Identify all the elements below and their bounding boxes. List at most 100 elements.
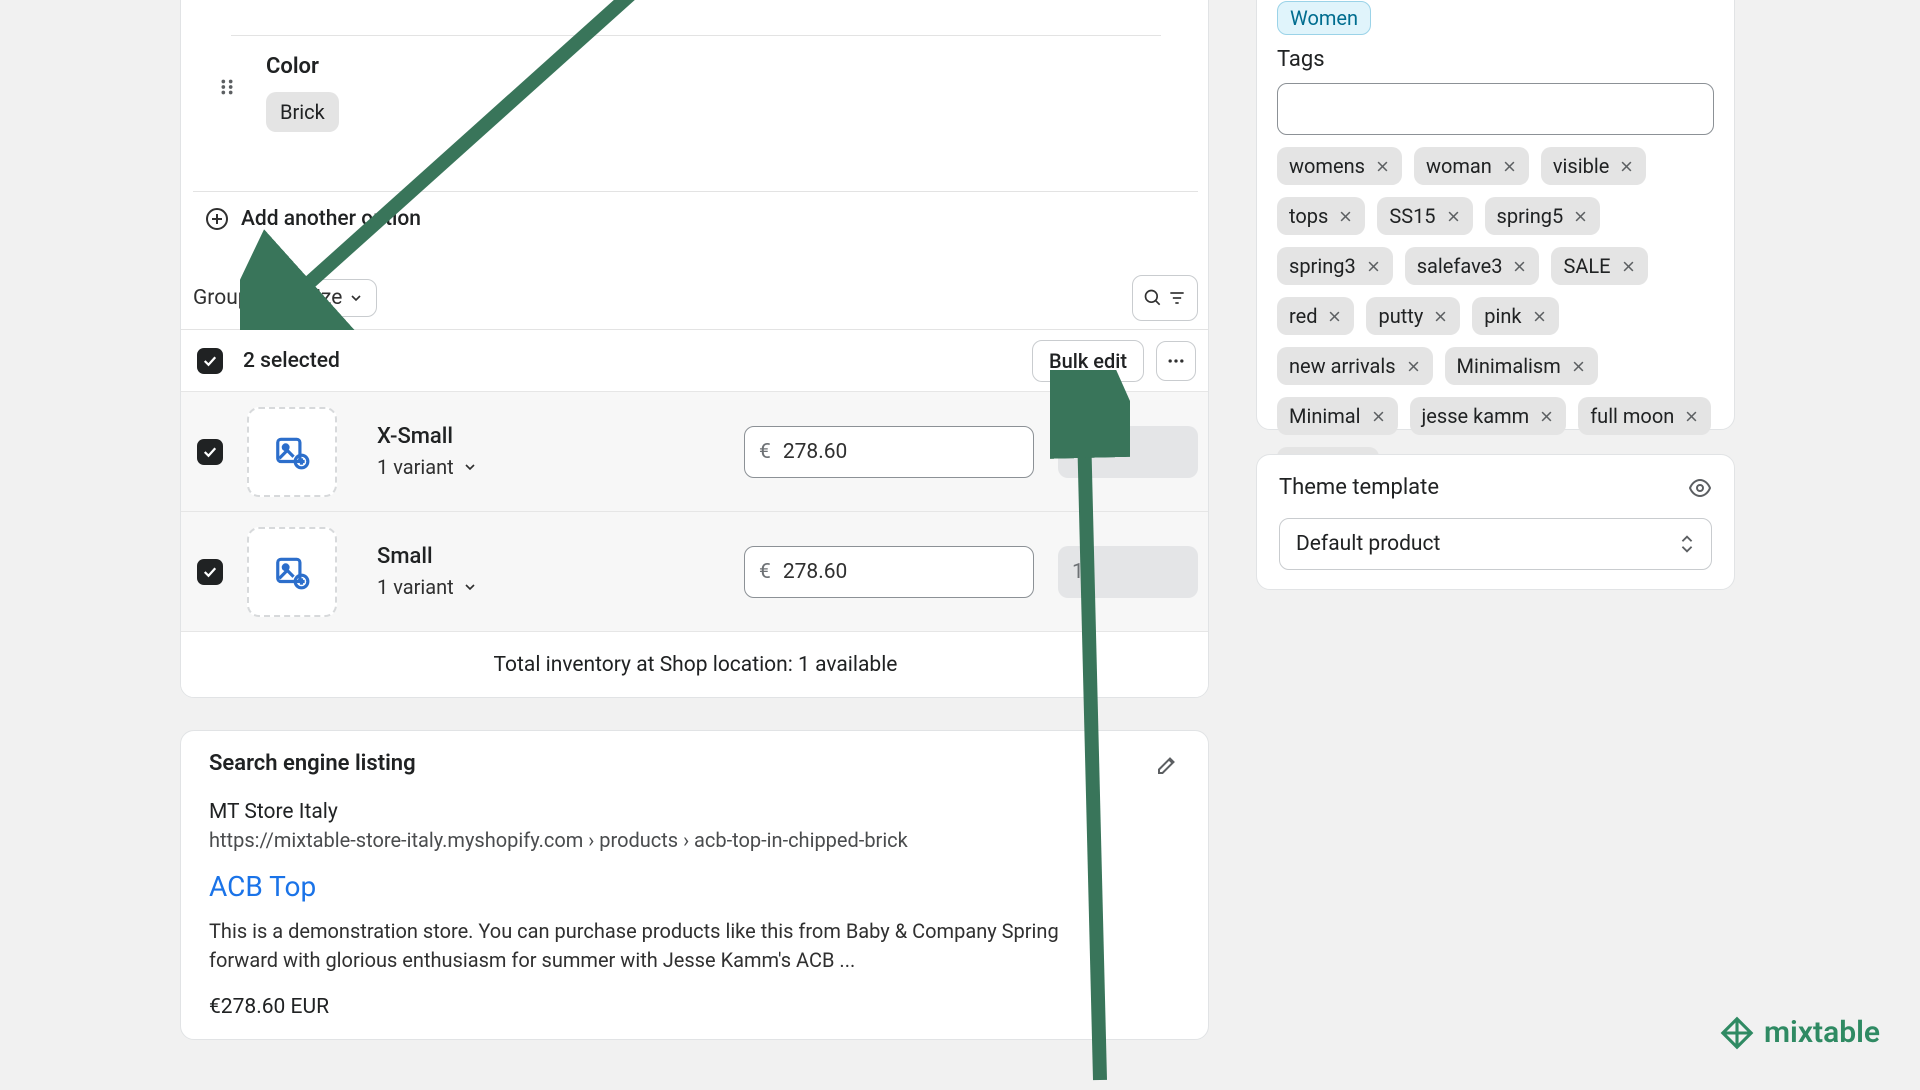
option-value-chip[interactable]: Brick bbox=[266, 92, 339, 132]
variant-price-input[interactable]: € 278.60 bbox=[744, 546, 1034, 598]
tag-chip[interactable]: spring5 bbox=[1485, 197, 1601, 235]
close-icon[interactable] bbox=[1371, 409, 1386, 424]
tag-chip[interactable]: spring3 bbox=[1277, 247, 1393, 285]
tag-chip[interactable]: pink bbox=[1472, 297, 1558, 335]
seo-url: https://mixtable-store-italy.myshopify.c… bbox=[209, 828, 1180, 852]
add-option-label: Add another option bbox=[241, 207, 421, 231]
theme-template-value: Default product bbox=[1296, 532, 1440, 556]
variant-image-placeholder[interactable] bbox=[247, 527, 337, 617]
variant-qty-input[interactable] bbox=[1058, 426, 1198, 478]
close-icon[interactable] bbox=[1621, 259, 1636, 274]
tag-list: womens woman visible tops SS15 spring5 spring3… bbox=[1277, 147, 1718, 485]
selection-header: 2 selected Bulk edit bbox=[181, 329, 1209, 391]
image-add-icon bbox=[273, 553, 311, 591]
chevron-down-icon bbox=[348, 290, 364, 306]
theme-template-label: Theme template bbox=[1279, 475, 1439, 500]
close-icon[interactable] bbox=[1327, 309, 1342, 324]
tag-label: spring3 bbox=[1289, 254, 1356, 278]
eye-icon[interactable] bbox=[1688, 476, 1712, 500]
tag-label: putty bbox=[1378, 304, 1423, 328]
pencil-icon[interactable] bbox=[1156, 752, 1180, 776]
tag-label: SALE bbox=[1563, 254, 1610, 278]
search-filter-button[interactable] bbox=[1132, 275, 1198, 321]
tag-chip[interactable]: womens bbox=[1277, 147, 1402, 185]
seo-card: Search engine listing MT Store Italy htt… bbox=[180, 730, 1209, 1040]
tag-chip[interactable]: Minimal bbox=[1277, 397, 1398, 435]
currency-symbol: € bbox=[759, 560, 771, 584]
tag-chip[interactable]: SS15 bbox=[1377, 197, 1472, 235]
theme-template-select[interactable]: Default product bbox=[1279, 518, 1712, 570]
mixtable-logo-text: mixtable bbox=[1764, 1015, 1880, 1050]
variant-subtitle[interactable]: 1 variant bbox=[377, 575, 478, 599]
inventory-footer: Total inventory at Shop location: 1 avai… bbox=[181, 631, 1209, 697]
group-by-label: Group by bbox=[193, 286, 276, 310]
mixtable-logo-icon bbox=[1720, 1016, 1754, 1050]
variant-qty-input[interactable]: 1 bbox=[1058, 546, 1198, 598]
bulk-edit-button[interactable]: Bulk edit bbox=[1032, 340, 1144, 382]
tag-label: woman bbox=[1426, 154, 1492, 178]
check-icon bbox=[201, 352, 219, 370]
variant-image-placeholder[interactable] bbox=[247, 407, 337, 497]
add-option-button[interactable]: Add another option bbox=[193, 191, 1198, 245]
plus-circle-icon bbox=[205, 207, 229, 231]
price-value: 278.60 bbox=[783, 560, 848, 584]
drag-handle-icon[interactable] bbox=[216, 76, 240, 100]
tags-card: Women Tags womenswomanvisibletopsSS15spr… bbox=[1256, 0, 1735, 430]
tag-chip[interactable]: woman bbox=[1414, 147, 1529, 185]
group-by-select[interactable]: Size bbox=[290, 279, 377, 317]
price-value: 278.60 bbox=[783, 440, 848, 464]
tag-chip[interactable]: jesse kamm bbox=[1410, 397, 1567, 435]
more-actions-button[interactable] bbox=[1156, 341, 1196, 381]
close-icon[interactable] bbox=[1684, 409, 1699, 424]
close-icon[interactable] bbox=[1512, 259, 1527, 274]
tag-label: salefave3 bbox=[1417, 254, 1503, 278]
selected-count: 2 selected bbox=[243, 349, 340, 373]
tag-label: Minimalism bbox=[1457, 354, 1561, 378]
seo-price: €278.60 EUR bbox=[209, 995, 1180, 1019]
tag-label: new arrivals bbox=[1289, 354, 1396, 378]
chevron-down-icon bbox=[462, 459, 478, 475]
tag-chip[interactable]: salefave3 bbox=[1405, 247, 1540, 285]
close-icon[interactable] bbox=[1532, 309, 1547, 324]
option-name: Color bbox=[266, 54, 319, 79]
variants-card: Color Brick Add another option Group by … bbox=[180, 0, 1209, 698]
variant-row[interactable]: X-Small 1 variant € 278.60 bbox=[181, 391, 1209, 511]
variant-checkbox[interactable] bbox=[197, 559, 223, 585]
close-icon[interactable] bbox=[1446, 209, 1461, 224]
variant-checkbox[interactable] bbox=[197, 439, 223, 465]
tag-chip[interactable]: SALE bbox=[1551, 247, 1647, 285]
tags-input[interactable] bbox=[1277, 83, 1714, 135]
close-icon[interactable] bbox=[1406, 359, 1421, 374]
option-row-color[interactable]: Color Brick bbox=[231, 35, 1161, 145]
close-icon[interactable] bbox=[1573, 209, 1588, 224]
tag-label: Minimal bbox=[1289, 404, 1361, 428]
variant-subtitle[interactable]: 1 variant bbox=[377, 455, 478, 479]
tag-chip[interactable]: putty bbox=[1366, 297, 1460, 335]
tag-chip[interactable]: new arrivals bbox=[1277, 347, 1433, 385]
image-add-icon bbox=[273, 433, 311, 471]
tag-chip[interactable]: red bbox=[1277, 297, 1354, 335]
tag-chip[interactable]: Minimalism bbox=[1445, 347, 1598, 385]
variant-price-input[interactable]: € 278.60 bbox=[744, 426, 1034, 478]
collection-chip[interactable]: Women bbox=[1277, 1, 1371, 35]
tag-label: visible bbox=[1553, 154, 1609, 178]
close-icon[interactable] bbox=[1502, 159, 1517, 174]
group-by-bar: Group by Size bbox=[193, 272, 1198, 324]
close-icon[interactable] bbox=[1539, 409, 1554, 424]
tag-chip[interactable]: tops bbox=[1277, 197, 1365, 235]
variant-row[interactable]: Small 1 variant € 278.60 1 bbox=[181, 511, 1209, 631]
close-icon[interactable] bbox=[1619, 159, 1634, 174]
variant-title: Small bbox=[377, 544, 478, 569]
close-icon[interactable] bbox=[1366, 259, 1381, 274]
close-icon[interactable] bbox=[1433, 309, 1448, 324]
close-icon[interactable] bbox=[1375, 159, 1390, 174]
select-all-checkbox[interactable] bbox=[197, 348, 223, 374]
close-icon[interactable] bbox=[1338, 209, 1353, 224]
tag-chip[interactable]: full moon bbox=[1578, 397, 1711, 435]
check-icon bbox=[201, 443, 219, 461]
tag-chip[interactable]: visible bbox=[1541, 147, 1646, 185]
tag-label: pink bbox=[1484, 304, 1521, 328]
close-icon[interactable] bbox=[1571, 359, 1586, 374]
seo-link-title[interactable]: ACB Top bbox=[209, 870, 1180, 903]
tag-label: tops bbox=[1289, 204, 1328, 228]
